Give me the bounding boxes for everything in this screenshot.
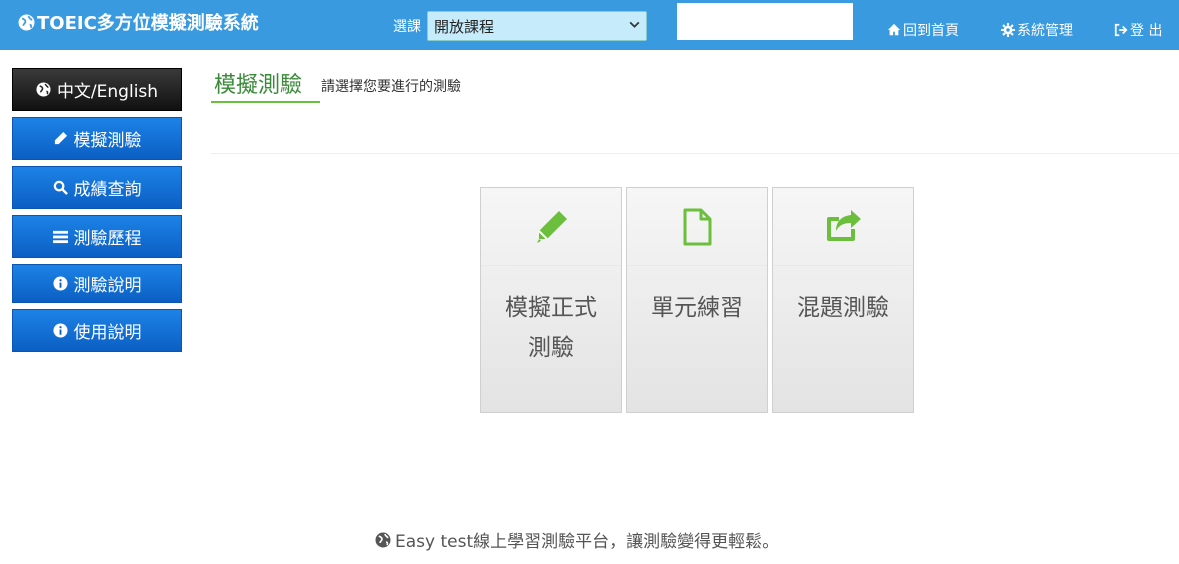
sidebar-item-scores[interactable]: 成績查詢 [12, 166, 182, 209]
globe-icon [18, 14, 35, 30]
search-input[interactable] [677, 3, 853, 40]
sidebar-item-history[interactable]: 測驗歷程 [12, 215, 182, 258]
card-label-line1: 單元練習 [651, 295, 743, 321]
card-label-line1: 混題測驗 [797, 295, 889, 321]
nav-home-link[interactable]: 回到首頁 [887, 20, 959, 40]
card-label: 模擬正式 測驗 [481, 288, 621, 368]
card-label-line1: 模擬正式 [505, 295, 597, 321]
info-icon [52, 276, 68, 291]
card-label: 混題測驗 [773, 288, 913, 328]
card-icon-area [773, 188, 913, 266]
sidebar-item-label: 模擬測驗 [73, 131, 142, 151]
globe-icon [36, 82, 51, 97]
card-label: 單元練習 [627, 288, 767, 328]
search-icon [53, 180, 68, 195]
home-icon [887, 23, 901, 36]
gear-icon [1001, 23, 1015, 37]
file-icon [683, 208, 712, 245]
course-select-value: 開放課程 [434, 18, 495, 36]
sidebar-item-label: 使用說明 [73, 323, 142, 343]
globe-icon [375, 532, 391, 547]
app-brand[interactable]: TOEIC多方位模擬測驗系統 [18, 9, 259, 35]
card-mock-official-test[interactable]: 模擬正式 測驗 [480, 187, 622, 413]
list-icon [52, 230, 68, 244]
card-mixed-test[interactable]: 混題測驗 [772, 187, 914, 413]
nav-home-label: 回到首頁 [903, 23, 959, 39]
card-icon-area [481, 188, 621, 266]
sidebar-item-language[interactable]: 中文/English [12, 68, 182, 111]
page-title: 模擬測驗 [214, 73, 303, 98]
chevron-down-icon [629, 21, 640, 28]
footer-text: Easy test線上學習測驗平台，讓測驗變得更輕鬆。 [395, 532, 780, 552]
nav-admin-link[interactable]: 系統管理 [1001, 20, 1073, 40]
footer: Easy test線上學習測驗平台，讓測驗變得更輕鬆。 [375, 527, 779, 552]
sidebar-item-user-guide[interactable]: 使用說明 [12, 309, 182, 352]
sidebar-item-label: 中文/English [56, 82, 159, 102]
course-select-label: 選課 [393, 19, 421, 35]
page-subtitle: 請選擇您要進行的測驗 [321, 79, 461, 95]
sidebar-item-label: 測驗說明 [73, 276, 142, 296]
sidebar-item-label: 測驗歷程 [73, 229, 142, 249]
card-label-line2: 測驗 [528, 335, 574, 361]
logout-icon [1114, 23, 1128, 37]
divider [211, 153, 1179, 154]
nav-logout-label: 登 出 [1130, 23, 1163, 39]
sidebar-item-mock-test[interactable]: 模擬測驗 [12, 117, 182, 160]
card-icon-area [627, 188, 767, 266]
share-icon [827, 209, 861, 241]
course-select[interactable]: 開放課程 [427, 11, 647, 41]
sidebar-item-test-guide[interactable]: 測驗說明 [12, 264, 182, 303]
nav-logout-link[interactable]: 登 出 [1114, 20, 1162, 40]
app-title: TOEIC多方位模擬測驗系統 [37, 13, 259, 34]
top-navbar: TOEIC多方位模擬測驗系統 選課 開放課程 回到首頁 系統管理 登 出 [0, 0, 1179, 50]
card-unit-practice[interactable]: 單元練習 [626, 187, 768, 413]
pencil-icon [537, 210, 567, 243]
info-icon [52, 323, 68, 338]
sidebar-item-label: 成績查詢 [73, 180, 142, 200]
title-underline [211, 101, 320, 103]
nav-admin-label: 系統管理 [1017, 23, 1073, 39]
pencil-icon [54, 131, 67, 145]
